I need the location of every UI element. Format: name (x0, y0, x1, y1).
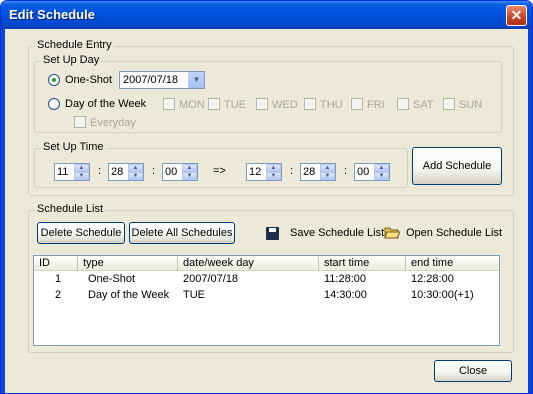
start-hour-spinner[interactable]: 11 ▲ ▼ (54, 163, 90, 181)
list-header: ID type date/week day start time end tim… (34, 256, 499, 271)
close-button[interactable]: Close (434, 360, 512, 382)
start-second-value: 00 (165, 166, 178, 178)
schedule-entry-legend: Schedule Entry (35, 39, 114, 51)
checkbox-everyday[interactable] (74, 116, 86, 128)
close-icon: ✕ (510, 7, 523, 23)
spin-down-icon[interactable]: ▼ (74, 172, 89, 180)
checkbox-tue[interactable] (208, 98, 220, 110)
row-date: 2007/07/18 (183, 273, 239, 285)
end-minute-value: 28 (303, 166, 316, 178)
spin-down-icon[interactable]: ▼ (266, 172, 281, 180)
column-header-id[interactable]: ID (34, 256, 78, 271)
spin-down-icon[interactable]: ▼ (374, 172, 389, 180)
column-header-date[interactable]: date/week day (178, 256, 319, 271)
row-end: 10:30:00(+1) (411, 289, 474, 301)
row-end: 12:28:00 (411, 273, 454, 285)
set-up-day-legend: Set Up Day (41, 54, 102, 66)
time-separator: : (152, 165, 156, 177)
spin-up-icon[interactable]: ▲ (266, 164, 281, 172)
day-label-wed: WED (272, 99, 298, 111)
edit-schedule-dialog: Edit Schedule ✕ Schedule Entry Set Up Da… (0, 0, 533, 394)
one-shot-label: One-Shot (65, 74, 113, 86)
open-folder-icon[interactable] (384, 225, 400, 240)
row-start: 14:30:00 (324, 289, 367, 301)
checkbox-wed[interactable] (256, 98, 268, 110)
checkbox-sat[interactable] (397, 98, 409, 110)
start-minute-spinner[interactable]: 28 ▲ ▼ (108, 163, 144, 181)
time-separator: : (290, 165, 294, 177)
end-second-value: 00 (357, 166, 370, 178)
save-schedule-list-link[interactable]: Save Schedule List (290, 227, 384, 239)
add-schedule-button[interactable]: Add Schedule (412, 147, 502, 185)
delete-all-schedules-button[interactable]: Delete All Schedules (129, 222, 235, 244)
end-second-spinner[interactable]: 00 ▲ ▼ (354, 163, 390, 181)
column-header-type[interactable]: type (78, 256, 178, 271)
checkbox-mon[interactable] (163, 98, 175, 110)
start-hour-value: 11 (57, 166, 69, 178)
end-hour-spinner[interactable]: 12 ▲ ▼ (246, 163, 282, 181)
date-picker-value: 2007/07/18 (123, 74, 179, 86)
schedule-list-legend: Schedule List (35, 203, 106, 215)
table-row[interactable]: 2 Day of the Week TUE 14:30:00 10:30:00(… (34, 288, 499, 303)
day-label-fri: FRI (367, 99, 385, 111)
end-minute-spinner[interactable]: 28 ▲ ▼ (300, 163, 336, 181)
time-separator: : (98, 165, 102, 177)
checkbox-fri[interactable] (351, 98, 363, 110)
title-bar[interactable]: Edit Schedule ✕ (1, 1, 532, 29)
window-border-left (1, 29, 5, 393)
spin-up-icon[interactable]: ▲ (182, 164, 197, 172)
column-header-end[interactable]: end time (406, 256, 499, 271)
spin-up-icon[interactable]: ▲ (374, 164, 389, 172)
open-schedule-list-link[interactable]: Open Schedule List (406, 227, 502, 239)
everyday-label: Everyday (90, 117, 136, 129)
row-type: One-Shot (88, 273, 136, 285)
day-label-mon: MON (179, 99, 205, 111)
date-picker[interactable]: 2007/07/18 ▼ (119, 71, 205, 89)
spin-down-icon[interactable]: ▼ (182, 172, 197, 180)
end-hour-value: 12 (249, 166, 262, 178)
close-window-button[interactable]: ✕ (506, 5, 527, 26)
spin-up-icon[interactable]: ▲ (74, 164, 89, 172)
day-label-sun: SUN (459, 99, 483, 111)
spin-up-icon[interactable]: ▲ (128, 164, 143, 172)
chevron-down-icon[interactable]: ▼ (188, 72, 204, 88)
schedule-list-view[interactable]: ID type date/week day start time end tim… (33, 255, 500, 346)
window-title: Edit Schedule (9, 7, 95, 22)
day-label-sat: SAT (413, 99, 434, 111)
window-border-right (528, 29, 532, 393)
checkbox-sun[interactable] (443, 98, 455, 110)
save-disk-icon[interactable] (266, 227, 279, 240)
delete-schedule-button[interactable]: Delete Schedule (37, 222, 125, 244)
time-separator: : (344, 165, 348, 177)
table-row[interactable]: 1 One-Shot 2007/07/18 11:28:00 12:28:00 (34, 272, 499, 287)
spin-up-icon[interactable]: ▲ (320, 164, 335, 172)
one-shot-radio[interactable] (48, 74, 60, 86)
start-minute-value: 28 (111, 166, 124, 178)
day-label-tue: TUE (224, 99, 246, 111)
row-start: 11:28:00 (324, 273, 367, 285)
day-of-week-radio[interactable] (48, 98, 60, 110)
spin-down-icon[interactable]: ▼ (320, 172, 335, 180)
set-up-time-legend: Set Up Time (41, 141, 106, 153)
row-type: Day of the Week (88, 289, 170, 301)
spin-down-icon[interactable]: ▼ (128, 172, 143, 180)
time-range-arrow: => (213, 165, 226, 177)
row-id: 1 (55, 273, 62, 285)
day-label-thu: THU (320, 99, 343, 111)
checkbox-thu[interactable] (304, 98, 316, 110)
column-header-start[interactable]: start time (319, 256, 406, 271)
row-date: TUE (183, 289, 205, 301)
row-id: 2 (55, 289, 62, 301)
day-of-week-label: Day of the Week (65, 98, 147, 110)
start-second-spinner[interactable]: 00 ▲ ▼ (162, 163, 198, 181)
